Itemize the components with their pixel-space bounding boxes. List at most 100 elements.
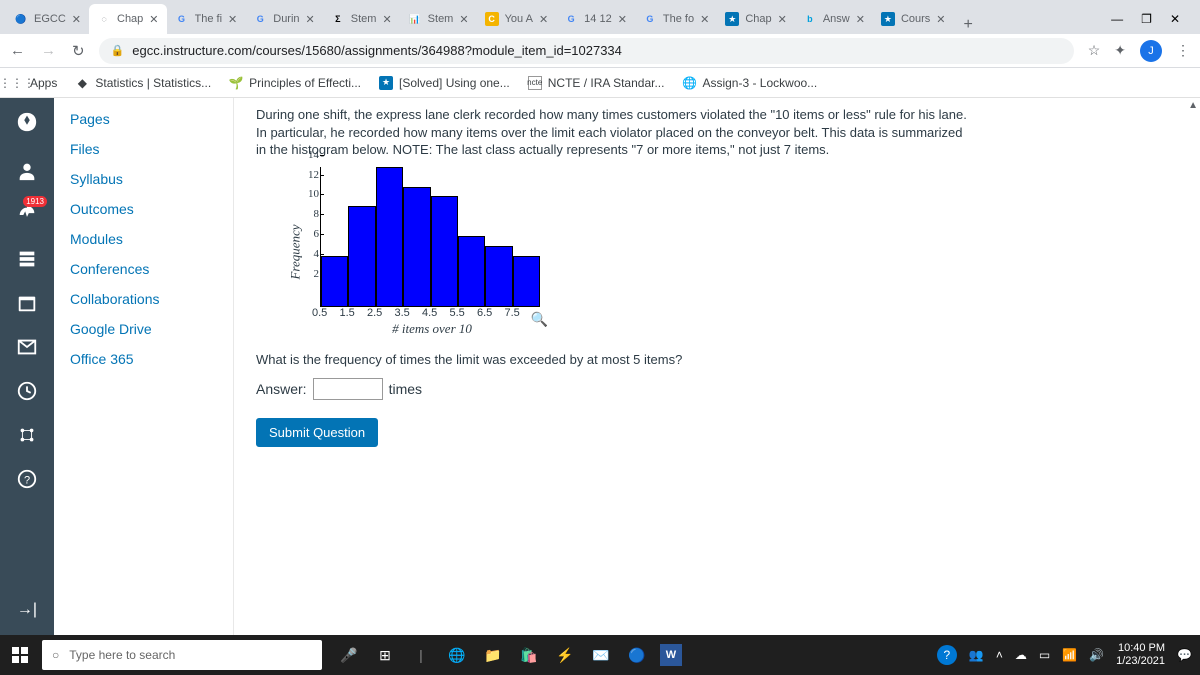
submit-button[interactable]: Submit Question xyxy=(256,418,378,447)
help-icon[interactable]: ? xyxy=(9,464,45,494)
course-nav-link[interactable]: Modules xyxy=(54,224,233,254)
extension-icon[interactable]: ✦ xyxy=(1114,42,1126,59)
task-view-icon[interactable]: ⊞ xyxy=(372,642,398,668)
histogram-bar xyxy=(431,196,458,305)
course-nav-link[interactable]: Files xyxy=(54,134,233,164)
close-icon[interactable]: ✕ xyxy=(306,13,315,26)
lock-icon: 🔒 xyxy=(111,44,125,57)
scroll-up-icon[interactable]: ▲ xyxy=(1188,100,1198,111)
close-icon[interactable]: ✕ xyxy=(228,13,237,26)
browser-tab[interactable]: CYou A✕ xyxy=(477,4,557,34)
courses-icon[interactable] xyxy=(9,244,45,274)
bookmark-item[interactable]: 🌐Assign-3 - Lockwoo... xyxy=(682,76,817,90)
explorer-icon[interactable]: 📁 xyxy=(480,642,506,668)
help-tray-icon[interactable]: ? xyxy=(937,645,957,665)
start-button[interactable] xyxy=(0,635,40,675)
browser-tab[interactable]: ★Cours✕ xyxy=(873,4,954,34)
course-nav-link[interactable]: Collaborations xyxy=(54,284,233,314)
browser-tab[interactable]: 🔵EGCC✕ xyxy=(6,4,89,34)
reload-icon[interactable]: ↻ xyxy=(72,42,85,60)
history-icon[interactable] xyxy=(9,376,45,406)
browser-tab[interactable]: ◌Chap✕ xyxy=(89,4,167,34)
course-nav-link[interactable]: Conferences xyxy=(54,254,233,284)
browser-tab[interactable]: ★Chap✕ xyxy=(717,4,795,34)
course-nav-link[interactable]: Google Drive xyxy=(54,314,233,344)
bookmark-item[interactable]: ◆Statistics | Statistics... xyxy=(75,76,211,90)
close-window-icon[interactable]: ✕ xyxy=(1170,12,1180,26)
browser-tab[interactable]: ΣStem✕ xyxy=(323,4,400,34)
profile-avatar[interactable]: J xyxy=(1140,40,1162,62)
calendar-icon[interactable] xyxy=(9,288,45,318)
store-icon[interactable]: 🛍️ xyxy=(516,642,542,668)
bookmark-item[interactable]: ncteNCTE / IRA Standar... xyxy=(528,76,665,90)
word-icon[interactable]: W xyxy=(660,644,682,666)
expand-nav-icon[interactable]: →| xyxy=(9,595,45,625)
close-icon[interactable]: ✕ xyxy=(72,13,81,26)
volume-icon[interactable]: 🔊 xyxy=(1089,648,1104,662)
url-input[interactable]: 🔒 egcc.instructure.com/courses/15680/ass… xyxy=(99,38,1074,64)
bookmark-star-icon[interactable]: ☆ xyxy=(1088,42,1101,59)
apps-shortcut[interactable]: ⋮⋮⋮Apps xyxy=(10,76,57,90)
problem-question: What is the frequency of times the limit… xyxy=(256,351,976,369)
close-icon[interactable]: ✕ xyxy=(618,13,627,26)
menu-icon[interactable]: ⋮ xyxy=(1176,42,1190,59)
browser-tab[interactable]: GThe fi✕ xyxy=(167,4,246,34)
x-tick: 6.5 xyxy=(477,307,505,319)
notifications-icon[interactable]: 💬 xyxy=(1177,648,1192,662)
wifi-icon[interactable]: 📶 xyxy=(1062,648,1077,662)
canvas-logo-icon[interactable] xyxy=(7,102,47,142)
chevron-up-icon[interactable]: ˄ xyxy=(996,648,1003,662)
course-nav-link[interactable]: Pages xyxy=(54,104,233,134)
course-nav-link[interactable]: Syllabus xyxy=(54,164,233,194)
histogram-bar xyxy=(376,167,403,306)
browser-tab[interactable]: GDurin✕ xyxy=(245,4,323,34)
close-icon[interactable]: ✕ xyxy=(459,13,468,26)
x-tick: 3.5 xyxy=(395,307,423,319)
close-icon[interactable]: ✕ xyxy=(936,13,945,26)
dashboard-icon[interactable]: 1913 xyxy=(9,200,45,230)
close-icon[interactable]: ✕ xyxy=(700,13,709,26)
close-icon[interactable]: ✕ xyxy=(539,13,548,26)
bookmark-item[interactable]: ★[Solved] Using one... xyxy=(379,76,510,90)
commons-icon[interactable] xyxy=(9,420,45,450)
close-icon[interactable]: ✕ xyxy=(856,13,865,26)
new-tab-button[interactable]: + xyxy=(954,16,983,34)
browser-tab[interactable]: GThe fo✕ xyxy=(635,4,717,34)
forward-icon[interactable]: → xyxy=(41,42,56,60)
taskbar-search[interactable]: ○ Type here to search xyxy=(42,640,322,670)
mail-icon[interactable]: ✉️ xyxy=(588,642,614,668)
battery-icon[interactable]: ▭ xyxy=(1039,648,1050,662)
histogram-bar xyxy=(348,206,375,305)
answer-input[interactable] xyxy=(313,378,383,400)
mic-icon[interactable]: 🎤 xyxy=(336,642,362,668)
browser-tab[interactable]: 📊Stem✕ xyxy=(400,4,477,34)
histogram-chart: Frequency 2468101214 🔍 0.51.52.53.54.55.… xyxy=(292,167,572,337)
histogram-bar xyxy=(485,246,512,306)
bookmarks-bar: ⋮⋮⋮Apps ◆Statistics | Statistics... 🌱Pri… xyxy=(0,68,1200,98)
cloud-icon[interactable]: ☁ xyxy=(1015,648,1027,662)
inbox-icon[interactable] xyxy=(9,332,45,362)
close-icon[interactable]: ✕ xyxy=(778,13,787,26)
chrome-icon[interactable]: 🔵 xyxy=(624,642,650,668)
course-nav-link[interactable]: Office 365 xyxy=(54,344,233,374)
close-icon[interactable]: ✕ xyxy=(382,13,391,26)
browser-tab[interactable]: G14 12✕ xyxy=(556,4,635,34)
back-icon[interactable]: ← xyxy=(10,42,25,60)
account-icon[interactable] xyxy=(9,156,45,186)
browser-tab[interactable]: bAnsw✕ xyxy=(795,4,873,34)
histogram-bar xyxy=(403,187,430,306)
course-nav-link[interactable]: Outcomes xyxy=(54,194,233,224)
bookmark-item[interactable]: 🌱Principles of Effecti... xyxy=(229,76,361,90)
x-tick: 5.5 xyxy=(450,307,478,319)
close-icon[interactable]: ✕ xyxy=(149,13,158,26)
restore-icon[interactable]: ❐ xyxy=(1141,12,1152,26)
x-tick: 7.5 xyxy=(505,307,533,319)
app-icon[interactable]: ⚡ xyxy=(552,642,578,668)
taskbar-clock[interactable]: 10:40 PM 1/23/2021 xyxy=(1116,642,1165,668)
people-icon[interactable]: 👥 xyxy=(969,648,984,662)
minimize-icon[interactable]: — xyxy=(1111,12,1123,26)
edge-icon[interactable]: 🌐 xyxy=(444,642,470,668)
problem-intro: During one shift, the express lane clerk… xyxy=(256,106,976,159)
magnify-icon[interactable]: 🔍 xyxy=(531,311,548,328)
x-tick: 4.5 xyxy=(422,307,450,319)
